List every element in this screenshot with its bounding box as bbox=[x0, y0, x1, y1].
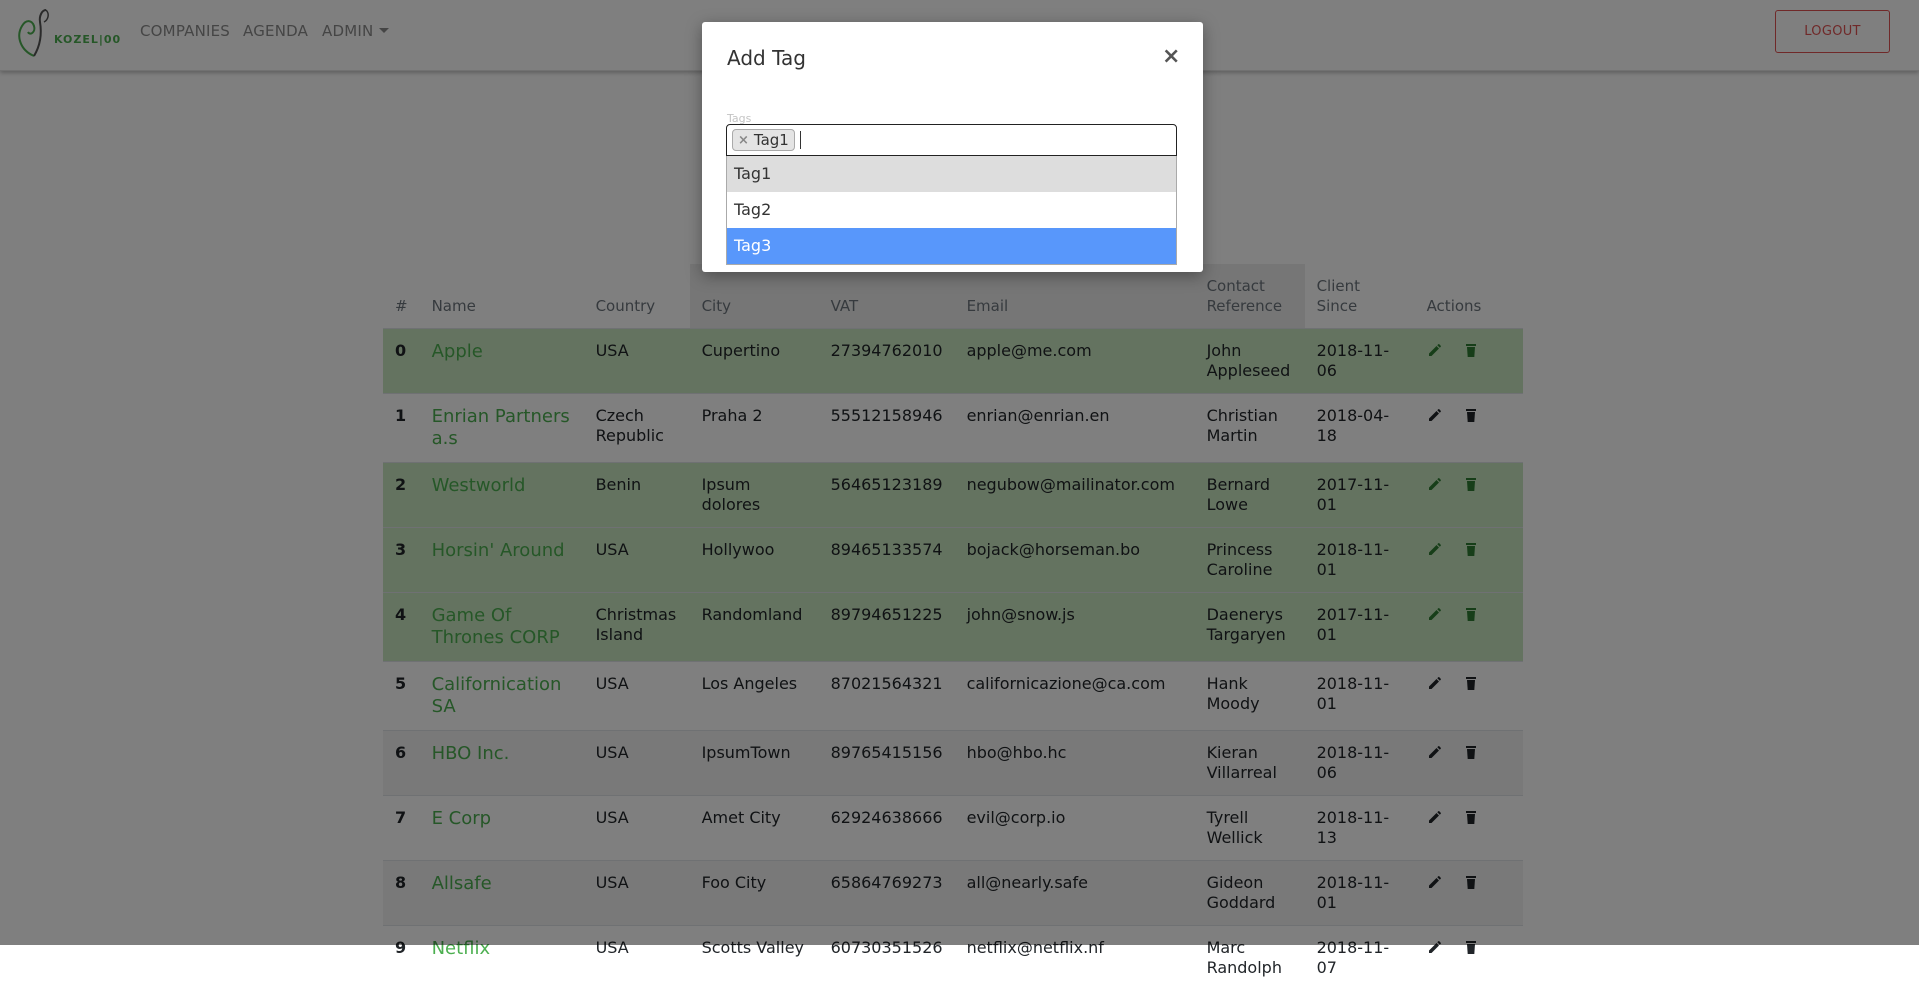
dropdown-option-tag3[interactable]: Tag3 bbox=[727, 228, 1176, 264]
tag-chip-label: Tag1 bbox=[754, 131, 789, 149]
tags-dropdown: Tag1 Tag2 Tag3 bbox=[726, 156, 1177, 265]
dropdown-option-tag2[interactable]: Tag2 bbox=[727, 192, 1176, 228]
tags-select-input[interactable]: × Tag1 bbox=[726, 124, 1177, 156]
chip-remove-icon[interactable]: × bbox=[738, 133, 749, 148]
tag-chip: × Tag1 bbox=[732, 129, 795, 151]
modal-title: Add Tag bbox=[727, 46, 806, 70]
close-icon[interactable]: × bbox=[1162, 44, 1180, 69]
dropdown-option-tag1[interactable]: Tag1 bbox=[727, 156, 1176, 192]
text-cursor bbox=[800, 131, 801, 149]
add-tag-modal: Add Tag × Tags × Tag1 Tag1 Tag2 Tag3 bbox=[702, 22, 1203, 272]
